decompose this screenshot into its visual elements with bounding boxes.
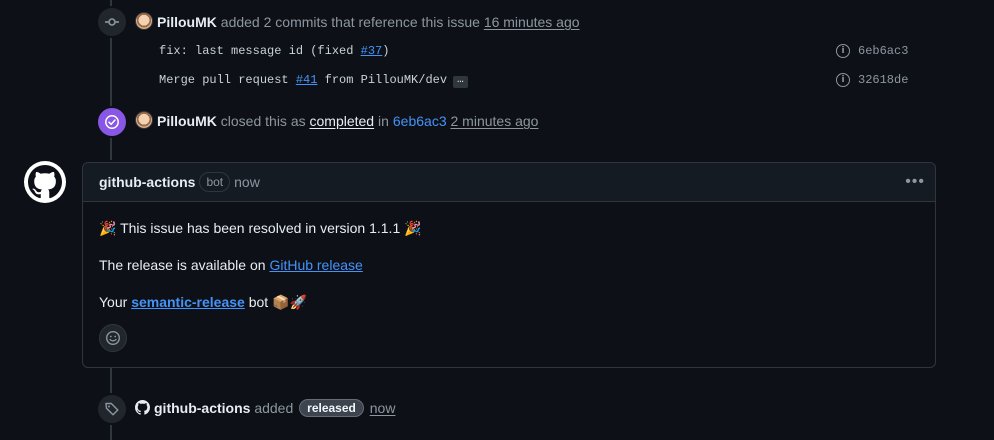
commit-sha-link[interactable]: 32618de bbox=[858, 71, 908, 89]
event-timestamp-link[interactable]: 2 minutes ago bbox=[451, 113, 539, 129]
event-author-link[interactable]: github-actions bbox=[154, 400, 250, 416]
comment-timestamp-link[interactable]: now bbox=[234, 174, 260, 190]
check-circle-icon bbox=[105, 115, 119, 129]
commit-row-1: fix: last message id (fixed #37) bbox=[159, 42, 389, 60]
avatar[interactable] bbox=[135, 12, 153, 30]
event-author-link[interactable]: PillouMK bbox=[157, 14, 217, 30]
event-description: closed this as bbox=[220, 113, 306, 129]
avatar[interactable] bbox=[135, 111, 153, 129]
comment-card: github-actions bot now ••• 🎉 This issue … bbox=[82, 162, 936, 368]
issue-ref-link[interactable]: #37 bbox=[361, 44, 383, 58]
commit-event-badge bbox=[96, 6, 128, 38]
comment-author-avatar[interactable] bbox=[24, 161, 66, 203]
event-timestamp-link[interactable]: now bbox=[370, 400, 396, 416]
commit-meta-1: i 6eb6ac3 bbox=[836, 42, 908, 60]
pull-request-ref-link[interactable]: #41 bbox=[296, 73, 318, 87]
commit-sha-link[interactable]: 6eb6ac3 bbox=[393, 113, 447, 129]
add-reaction-button[interactable] bbox=[99, 324, 127, 352]
closed-event-badge bbox=[96, 106, 128, 138]
semantic-release-link[interactable]: semantic-release bbox=[131, 294, 245, 310]
label-event-text: github-actions added released now bbox=[135, 398, 395, 418]
event-author-link[interactable]: PillouMK bbox=[157, 113, 217, 129]
comment-line-1: 🎉 This issue has been resolved in versio… bbox=[99, 220, 422, 236]
git-commit-icon bbox=[105, 18, 119, 26]
info-icon[interactable]: i bbox=[836, 44, 850, 58]
bot-badge: bot bbox=[199, 172, 231, 192]
label-event-badge bbox=[96, 393, 128, 425]
commit-message[interactable]: Merge pull request #41 from PillouMK/dev bbox=[159, 73, 447, 87]
info-icon[interactable]: i bbox=[836, 73, 850, 87]
github-mark-icon[interactable] bbox=[135, 400, 150, 415]
comment-line-3: Your semantic-release bot 📦🚀 bbox=[99, 294, 307, 310]
comment-header: github-actions bot now ••• bbox=[83, 163, 935, 202]
smiley-icon bbox=[105, 330, 121, 346]
commit-sha-link[interactable]: 6eb6ac3 bbox=[858, 42, 908, 60]
commit-meta-2: i 32618de bbox=[836, 71, 908, 89]
event-timestamp-link[interactable]: 16 minutes ago bbox=[484, 14, 580, 30]
event-description: added bbox=[254, 400, 294, 416]
released-label[interactable]: released bbox=[299, 399, 364, 417]
commit-row-2: Merge pull request #41 from PillouMK/dev… bbox=[159, 71, 468, 89]
close-reason-link[interactable]: completed bbox=[310, 113, 375, 129]
tag-icon bbox=[105, 402, 119, 416]
comment-body: 🎉 This issue has been resolved in versio… bbox=[83, 202, 935, 329]
commits-event-text: PillouMK added 2 commits that reference … bbox=[135, 12, 580, 32]
event-description: added 2 commits that reference this issu… bbox=[220, 14, 480, 30]
kebab-horizontal-icon[interactable]: ••• bbox=[905, 173, 925, 191]
comment-author-link[interactable]: github-actions bbox=[99, 174, 195, 190]
comment-line-2: The release is available on GitHub relea… bbox=[99, 257, 363, 273]
event-description-in: in bbox=[377, 113, 389, 129]
github-mark-icon bbox=[28, 165, 62, 199]
github-release-link[interactable]: GitHub release bbox=[269, 257, 362, 273]
expand-commit-message-button[interactable]: … bbox=[453, 75, 468, 88]
closed-event-text: PillouMK closed this as completed in 6eb6… bbox=[135, 111, 538, 131]
commit-message[interactable]: fix: last message id (fixed #37) bbox=[159, 44, 389, 58]
